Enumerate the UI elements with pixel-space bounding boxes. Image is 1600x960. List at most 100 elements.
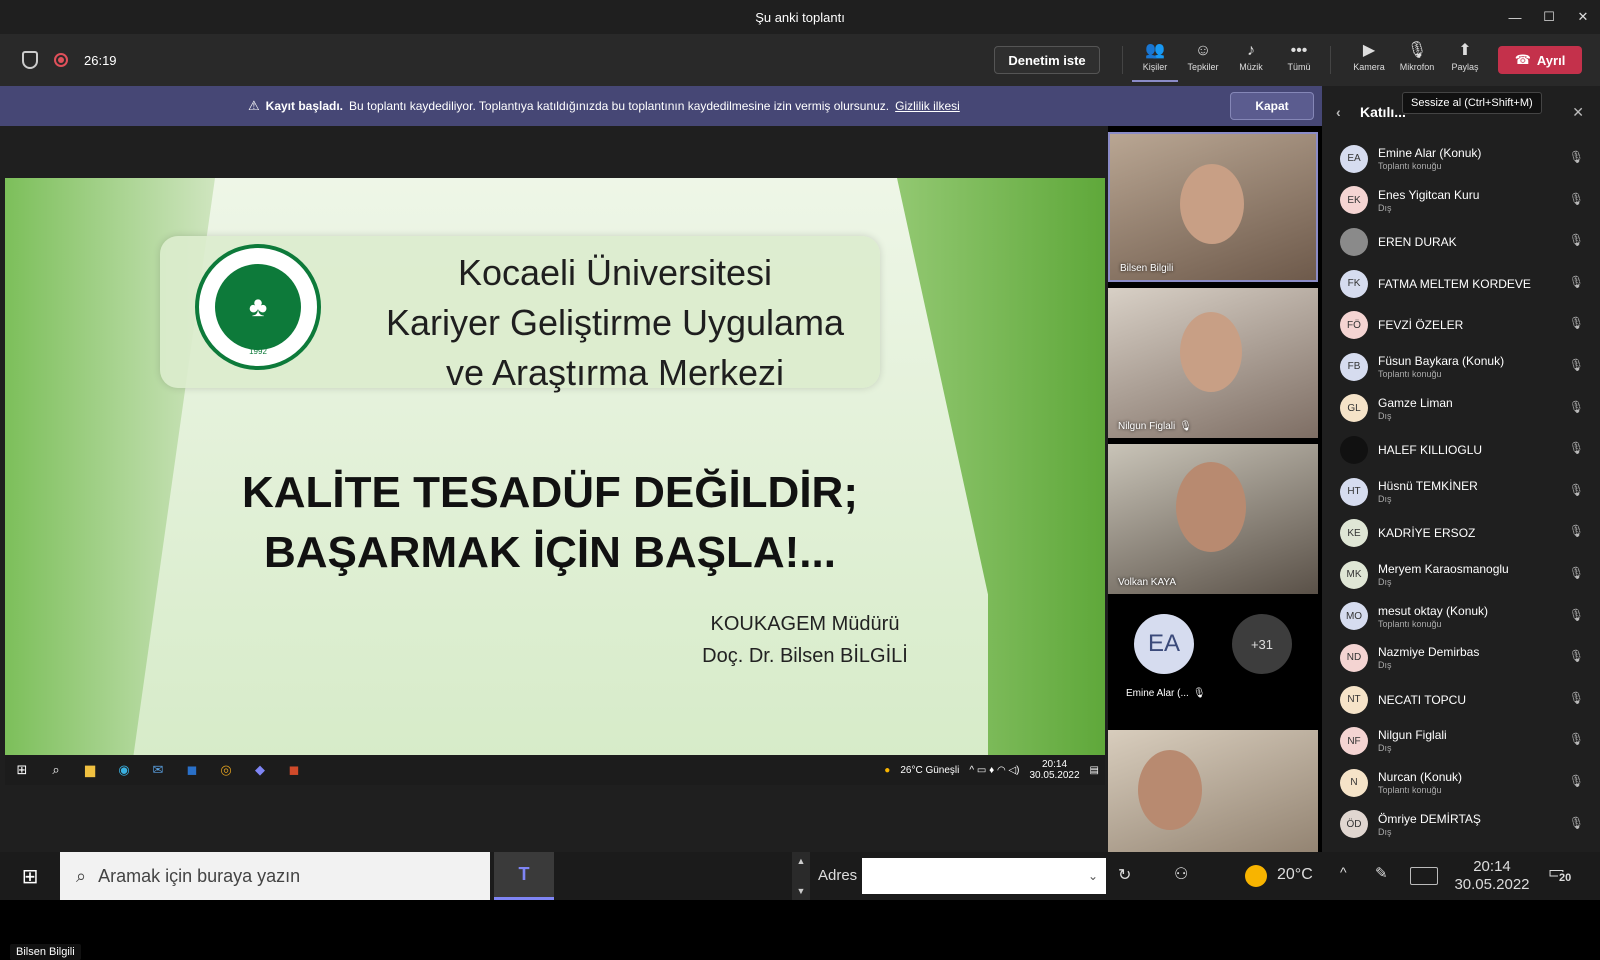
people-icon[interactable]: ⚇ <box>1174 864 1188 884</box>
mic-off-icon[interactable]: 🎙 <box>1569 691 1584 705</box>
video-tile[interactable]: Bilsen Bilgili <box>1108 132 1318 282</box>
participant-name: KADRİYE ERSOZ <box>1378 526 1476 541</box>
reactions-button[interactable]: ☺ Tepkiler <box>1180 40 1226 82</box>
pen-icon[interactable]: ✎ <box>1375 864 1388 882</box>
maximize-button[interactable]: ☐ <box>1532 0 1566 34</box>
request-control-button[interactable]: Denetim iste <box>994 46 1100 74</box>
banner-close-button[interactable]: Kapat <box>1230 92 1314 120</box>
mic-off-icon[interactable]: 🎙 <box>1569 192 1584 206</box>
university-line-3: ve Araştırma Merkezi <box>445 352 785 393</box>
participant-row[interactable]: FÖ FEVZİ ÖZELER 🎙 <box>1322 304 1600 346</box>
shield-icon[interactable] <box>22 51 38 69</box>
taskbar-clock[interactable]: 20:14 30.05.2022 <box>1448 858 1536 894</box>
participant-row[interactable]: HT Hüsnü TEMKİNER Dış 🎙 <box>1322 471 1600 513</box>
mail-icon: ✉ <box>152 762 164 777</box>
taskbar-search[interactable]: ⌕ Aramak için buraya yazın <box>60 852 490 900</box>
address-scroll[interactable]: ▲ ▼ <box>792 852 810 900</box>
participant-row[interactable]: ND Nazmiye Demirbas Dış 🎙 <box>1322 637 1600 679</box>
sun-icon[interactable] <box>1245 865 1267 887</box>
mic-off-icon[interactable]: 🎙 <box>1569 483 1584 497</box>
mic-off-icon[interactable]: 🎙 <box>1569 649 1584 663</box>
participant-row[interactable]: HALEF KILLIOGLU 🎙 <box>1322 429 1600 471</box>
chevron-down-icon[interactable]: ⌄ <box>1088 869 1098 883</box>
participant-row[interactable]: KE KADRİYE ERSOZ 🎙 <box>1322 512 1600 554</box>
close-window-button[interactable]: ✕ <box>1566 0 1600 34</box>
participant-row[interactable]: N Nurcan (Konuk) Toplantı konuğu 🎙 <box>1322 762 1600 804</box>
mic-off-icon[interactable]: 🎙 <box>1569 441 1584 455</box>
mic-off-icon[interactable]: 🎙 <box>1569 608 1584 622</box>
refresh-icon[interactable]: ↻ <box>1118 865 1131 885</box>
shared-clock: 20:14 30.05.2022 <box>1029 759 1079 781</box>
mic-off-icon[interactable]: 🎙 <box>1569 566 1584 580</box>
mic-off-icon[interactable]: 🎙 <box>1569 816 1584 830</box>
share-button[interactable]: ⬆ Paylaş <box>1442 40 1488 82</box>
avatar: NF <box>1340 727 1368 756</box>
chevron-down-icon[interactable]: ▼ <box>797 886 806 896</box>
participants-panel-header: ‹ Katılı... Sessize al (Ctrl+Shift+M) ✕ <box>1322 86 1600 138</box>
video-tile[interactable]: Nilgun Figlali 🎙 <box>1108 288 1318 438</box>
participant-name: Nazmiye Demirbas <box>1378 645 1480 660</box>
participant-row[interactable]: FK FATMA MELTEM KORDEVE 🎙 <box>1322 263 1600 305</box>
participant-row[interactable]: MK Meryem Karaosmanoglu Dış 🎙 <box>1322 554 1600 596</box>
participant-row[interactable]: GL Gamze Liman Dış 🎙 <box>1322 388 1600 430</box>
mic-off-icon[interactable]: 🎙 <box>1569 774 1584 788</box>
warning-icon: ⚠ <box>248 98 260 113</box>
notification-icon[interactable]: ▭ 20 <box>1548 862 1573 884</box>
participant-row[interactable]: NF Nilgun Figlali Dış 🎙 <box>1322 720 1600 762</box>
logo-figures-icon: ♣ <box>215 264 301 350</box>
address-label: Adres <box>818 867 858 884</box>
mic-off-icon[interactable]: 🎙 <box>1569 732 1584 746</box>
close-icon[interactable]: ✕ <box>1572 104 1584 121</box>
participant-name: Ömriye DEMİRTAŞ <box>1378 811 1481 826</box>
taskbar-temperature[interactable]: 20°C <box>1277 866 1313 884</box>
chevron-up-icon[interactable]: ▲ <box>797 856 806 866</box>
camera-label: Kamera <box>1353 62 1385 72</box>
windows-start-button[interactable]: ⊞ <box>0 852 60 900</box>
participant-row[interactable]: EA Emine Alar (Konuk) Toplantı konuğu 🎙 <box>1322 138 1600 180</box>
participant-row[interactable]: FB Füsun Baykara (Konuk) Toplantı konuğu 🎙 <box>1322 346 1600 388</box>
more-participants-button[interactable]: +31 <box>1232 614 1292 674</box>
music-icon: ♪ <box>1247 42 1255 59</box>
chevron-up-icon[interactable]: ^ <box>1340 864 1347 880</box>
avatar: EK <box>1340 186 1368 215</box>
keyboard-icon[interactable] <box>1410 867 1438 885</box>
mic-button[interactable]: 🎙 Mikrofon <box>1394 40 1440 82</box>
participant-row[interactable]: ÖD Ömriye DEMİRTAŞ Dış 🎙 <box>1322 804 1600 846</box>
participant-row[interactable]: NT NECATI TOPCU 🎙 <box>1322 679 1600 721</box>
leave-button[interactable]: ☎ Ayrıl <box>1498 46 1582 74</box>
mic-off-icon[interactable]: 🎙 <box>1569 358 1584 372</box>
participant-name: Enes Yigitcan Kuru <box>1378 187 1480 202</box>
music-button[interactable]: ♪ Müzik <box>1228 40 1274 82</box>
mic-off-icon[interactable]: 🎙 <box>1569 316 1584 330</box>
address-input[interactable]: ⌄ <box>862 858 1106 894</box>
participant-role: Dış <box>1378 743 1392 754</box>
mic-off-icon[interactable]: 🎙 <box>1569 524 1584 538</box>
participant-role: Dış <box>1378 493 1392 504</box>
participant-row[interactable]: MO mesut oktay (Konuk) Toplantı konuğu 🎙 <box>1322 596 1600 638</box>
video-tile[interactable]: Volkan KAYA <box>1108 444 1318 594</box>
mic-off-icon[interactable]: 🎙 <box>1569 150 1584 164</box>
window-title: Şu anki toplantı <box>755 9 845 25</box>
privacy-policy-link[interactable]: Gizlilik ilkesi <box>895 99 960 113</box>
avatar-tile-name: Emine Alar (... <box>1126 688 1189 699</box>
people-button[interactable]: 👥 Kişiler <box>1132 40 1178 82</box>
participant-row[interactable]: EREN DURAK 🎙 <box>1322 221 1600 263</box>
signature-line-2: Doç. Dr. Bilsen BİLGİLİ <box>702 645 908 667</box>
avatar[interactable]: EA <box>1134 614 1194 674</box>
teams-taskbar-button[interactable]: T <box>494 852 554 900</box>
mic-off-icon[interactable]: 🎙 <box>1569 400 1584 414</box>
minimize-button[interactable]: — <box>1498 0 1532 34</box>
avatar-tile[interactable]: EA +31 Emine Alar (... 🎙 <box>1108 600 1318 720</box>
mic-off-icon[interactable]: 🎙 <box>1569 233 1584 247</box>
window-titlebar: Şu anki toplantı — ☐ ✕ <box>0 0 1600 34</box>
meeting-timer: 26:19 <box>84 52 117 68</box>
more-button[interactable]: ••• Tümü <box>1276 40 1322 82</box>
participant-row[interactable]: EK Enes Yigitcan Kuru Dış 🎙 <box>1322 180 1600 222</box>
avatar: ÖD <box>1340 810 1368 839</box>
shared-date: 30.05.2022 <box>1029 770 1080 781</box>
slogan-line-2: BAŞARMAK İÇİN BAŞLA!... <box>264 528 836 577</box>
camera-button[interactable]: ▶ Kamera <box>1346 40 1392 82</box>
chevron-left-icon[interactable]: ‹ <box>1336 104 1341 120</box>
avatar: HT <box>1340 477 1368 506</box>
mic-off-icon[interactable]: 🎙 <box>1569 275 1584 289</box>
